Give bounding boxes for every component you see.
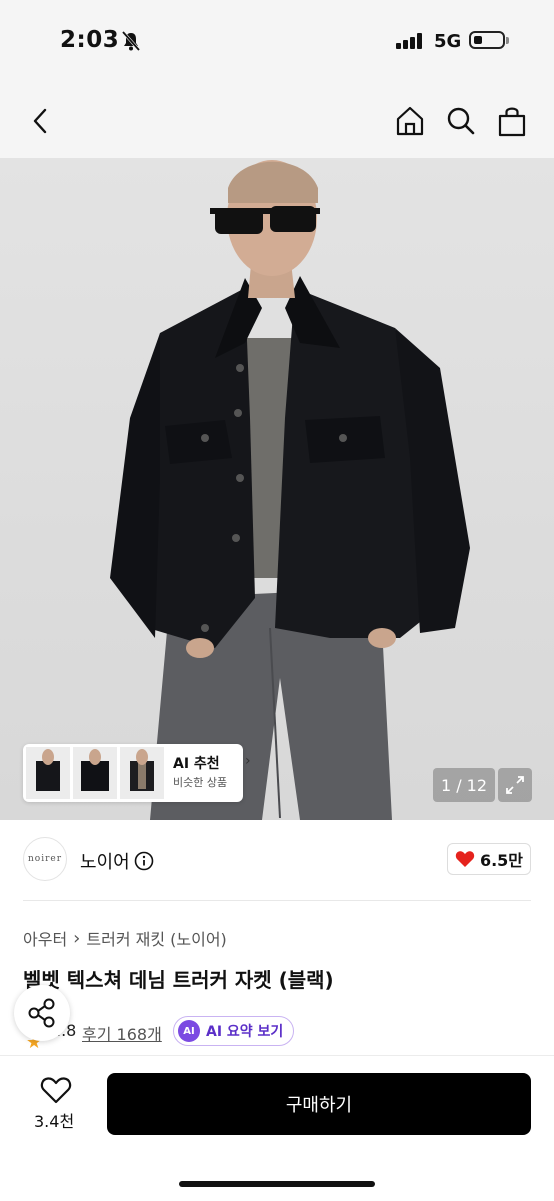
breadcrumb-subcategory[interactable]: 트러커 재킷 (노이어) <box>86 926 226 950</box>
expand-icon <box>506 776 524 794</box>
chevron-right-icon: › <box>73 927 81 949</box>
chevron-left-icon <box>33 108 47 134</box>
brand-like-button[interactable]: 6.5만 <box>447 843 531 875</box>
brand-logo[interactable]: noirer <box>23 837 67 881</box>
wish-count: 3.4천 <box>34 1112 75 1131</box>
heart-outline-icon[interactable] <box>40 1076 72 1104</box>
brand-like-count: 6.5만 <box>479 851 524 870</box>
recommend-thumb[interactable] <box>120 747 164 799</box>
ai-summary-label: AI 요약 보기 <box>206 1024 284 1040</box>
breadcrumb: 아우터 › 트러커 재킷 (노이어) <box>23 926 227 950</box>
buy-button[interactable]: 구매하기 <box>107 1073 531 1135</box>
ai-recommend-title: AI 추천 <box>173 756 220 772</box>
cart-button[interactable] <box>493 103 531 139</box>
heart-icon <box>455 851 475 867</box>
model-photo <box>110 160 470 820</box>
search-button[interactable] <box>442 103 480 139</box>
shopping-bag-icon <box>498 107 526 137</box>
search-icon <box>447 107 475 135</box>
signal-icon <box>396 33 422 49</box>
expand-button[interactable] <box>498 768 532 802</box>
ai-badge-icon: AI <box>178 1020 200 1042</box>
share-button[interactable] <box>14 985 70 1041</box>
home-button[interactable] <box>391 103 429 139</box>
top-nav <box>0 85 554 158</box>
info-icon[interactable] <box>134 851 154 871</box>
home-indicator <box>179 1181 375 1187</box>
ai-recommend-subtitle: 비슷한 상품 <box>173 776 228 789</box>
brand-name[interactable]: 노이어 <box>80 848 130 874</box>
ai-recommend-card[interactable]: AI 추천 › 비슷한 상품 <box>23 744 251 802</box>
network-type: 5G <box>434 31 462 52</box>
recommend-thumb[interactable] <box>26 747 70 799</box>
battery-tip <box>506 37 509 44</box>
divider <box>23 900 531 901</box>
share-icon <box>28 998 55 1028</box>
breadcrumb-category[interactable]: 아우터 <box>23 926 67 950</box>
chevron-right-icon: › <box>245 753 251 769</box>
home-icon <box>396 106 424 136</box>
image-counter: 1 / 12 <box>433 768 495 802</box>
product-image[interactable] <box>0 158 554 820</box>
recommend-thumb[interactable] <box>73 747 117 799</box>
battery-icon <box>469 31 505 49</box>
ai-summary-button[interactable]: AI AI 요약 보기 <box>173 1016 295 1046</box>
bell-muted-icon <box>121 31 141 51</box>
back-button[interactable] <box>22 103 58 139</box>
status-time: 2:03 <box>60 27 120 53</box>
review-link[interactable]: 후기 168개 <box>82 1021 162 1045</box>
